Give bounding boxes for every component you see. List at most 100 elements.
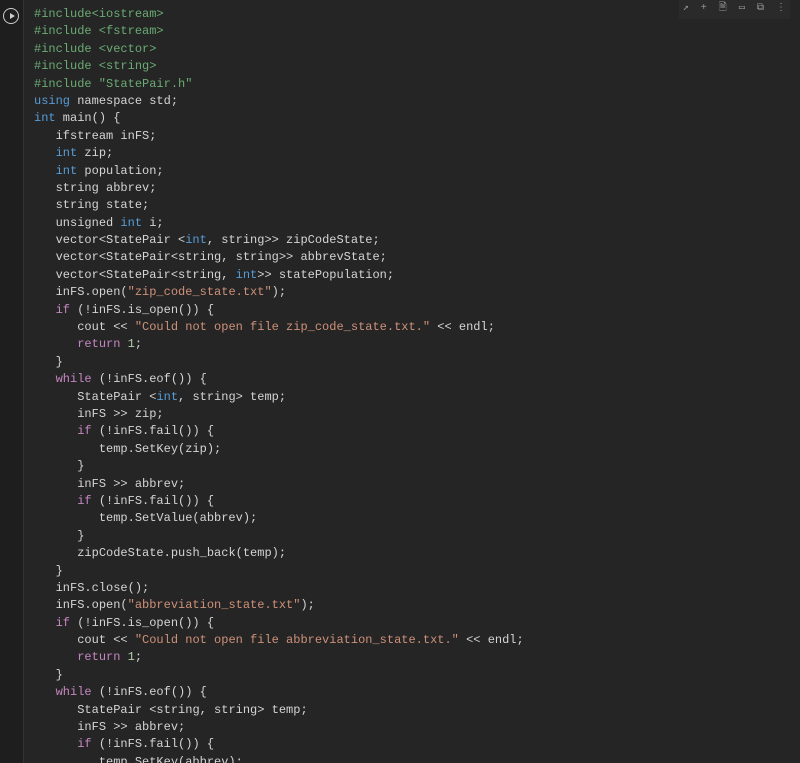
code-line[interactable]: string abbrev; [34, 180, 790, 197]
token-id: temp.SetKey(abbrev); [99, 755, 243, 763]
code-line[interactable]: inFS.close(); [34, 580, 790, 597]
token-kw: if [77, 424, 91, 438]
code-editor[interactable]: #include<iostream> #include <fstream> #inc… [24, 0, 800, 763]
code-line[interactable]: } [34, 354, 790, 371]
code-line[interactable]: if (!inFS.fail()) { [34, 736, 790, 753]
code-line[interactable]: temp.SetValue(abbrev); [34, 510, 790, 527]
token-id [120, 650, 127, 664]
token-num: 1 [128, 650, 135, 664]
token-id: << endl; [459, 633, 524, 647]
token-type: int [56, 164, 78, 178]
token-str: "abbreviation_state.txt" [128, 598, 301, 612]
code-line[interactable]: } [34, 667, 790, 684]
code-line[interactable]: StatePair <int, string> temp; [34, 389, 790, 406]
token-id: } [77, 459, 84, 473]
token-id: } [56, 355, 63, 369]
token-id: inFS.close(); [56, 581, 150, 595]
code-line[interactable]: int zip; [34, 145, 790, 162]
code-line[interactable]: } [34, 458, 790, 475]
code-line[interactable]: vector<StatePair <int, string>> zipCodeS… [34, 232, 790, 249]
token-kw: while [56, 685, 92, 699]
token-type: int [120, 216, 142, 230]
tool-icon[interactable]: + [701, 2, 707, 17]
code-line[interactable]: inFS.open("abbreviation_state.txt"); [34, 597, 790, 614]
code-line[interactable]: } [34, 528, 790, 545]
token-id: population; [77, 164, 163, 178]
token-pp: #include <vector> [34, 42, 156, 56]
token-id: } [56, 564, 63, 578]
editor-toolbar: ↗ + 🗎 ▭ ⧉ ⋮ [679, 0, 790, 19]
code-line[interactable]: if (!inFS.is_open()) { [34, 615, 790, 632]
code-line[interactable]: int population; [34, 163, 790, 180]
code-line[interactable]: return 1; [34, 649, 790, 666]
token-id: } [77, 529, 84, 543]
token-id: zip; [77, 146, 113, 160]
token-id: inFS >> abbrev; [77, 720, 185, 734]
code-line[interactable]: inFS >> zip; [34, 406, 790, 423]
code-line[interactable]: unsigned int i; [34, 215, 790, 232]
token-id: << endl; [430, 320, 495, 334]
tool-icon[interactable]: ▭ [739, 2, 745, 17]
token-id: inFS.open( [56, 285, 128, 299]
token-id: namespace std; [70, 94, 178, 108]
editor-gutter [0, 0, 24, 763]
code-line[interactable]: #include <vector> [34, 41, 790, 58]
code-line[interactable]: } [34, 563, 790, 580]
token-str: "Could not open file zip_code_state.txt.… [135, 320, 430, 334]
code-line[interactable]: vector<StatePair<string, int>> statePopu… [34, 267, 790, 284]
code-line[interactable]: #include<iostream> [34, 6, 790, 23]
code-line[interactable]: temp.SetKey(abbrev); [34, 754, 790, 763]
token-pp: #include<iostream> [34, 7, 164, 21]
token-pp: #include <fstream> [34, 24, 164, 38]
token-id: main() { [56, 111, 121, 125]
code-line[interactable]: #include <fstream> [34, 23, 790, 40]
code-line[interactable]: vector<StatePair<string, string>> abbrev… [34, 249, 790, 266]
code-line[interactable]: while (!inFS.eof()) { [34, 684, 790, 701]
token-type: int [185, 233, 207, 247]
token-num: 1 [128, 337, 135, 351]
token-id: ); [272, 285, 286, 299]
tool-icon[interactable]: ⋮ [776, 2, 786, 17]
token-type: int [34, 111, 56, 125]
code-line[interactable]: #include "StatePair.h" [34, 76, 790, 93]
code-line[interactable]: ifstream inFS; [34, 128, 790, 145]
token-id: vector<StatePair<string, string>> abbrev… [56, 250, 387, 264]
token-id: StatePair < [77, 390, 156, 404]
code-line[interactable]: if (!inFS.fail()) { [34, 423, 790, 440]
token-id: inFS >> zip; [77, 407, 163, 421]
code-line[interactable]: return 1; [34, 336, 790, 353]
code-line[interactable]: inFS >> abbrev; [34, 719, 790, 736]
code-line[interactable]: cout << "Could not open file abbreviatio… [34, 632, 790, 649]
code-line[interactable]: if (!inFS.fail()) { [34, 493, 790, 510]
code-line[interactable]: cout << "Could not open file zip_code_st… [34, 319, 790, 336]
code-line[interactable]: #include <string> [34, 58, 790, 75]
token-id: i; [142, 216, 164, 230]
run-button[interactable] [3, 8, 19, 24]
code-line[interactable]: string state; [34, 197, 790, 214]
token-kw: return [77, 650, 120, 664]
token-id: StatePair <string, string> temp; [77, 703, 307, 717]
code-line[interactable]: zipCodeState.push_back(temp); [34, 545, 790, 562]
token-id: (!inFS.eof()) { [92, 685, 207, 699]
token-id: , string>> zipCodeState; [207, 233, 380, 247]
tool-icon[interactable]: ⧉ [757, 2, 764, 17]
token-pp: #include <string> [34, 59, 156, 73]
token-id: string state; [56, 198, 150, 212]
code-line[interactable]: using namespace std; [34, 93, 790, 110]
code-line[interactable]: while (!inFS.eof()) { [34, 371, 790, 388]
code-line[interactable]: if (!inFS.is_open()) { [34, 302, 790, 319]
token-type: int [156, 390, 178, 404]
token-kw: if [77, 494, 91, 508]
token-id: zipCodeState.push_back(temp); [77, 546, 286, 560]
token-id: inFS.open( [56, 598, 128, 612]
token-id: temp.SetKey(zip); [99, 442, 221, 456]
code-line[interactable]: inFS.open("zip_code_state.txt"); [34, 284, 790, 301]
tool-icon[interactable]: 🗎 [719, 2, 727, 17]
code-line[interactable]: inFS >> abbrev; [34, 476, 790, 493]
code-line[interactable]: StatePair <string, string> temp; [34, 702, 790, 719]
tool-icon[interactable]: ↗ [683, 2, 689, 17]
code-line[interactable]: int main() { [34, 110, 790, 127]
token-kw: if [56, 616, 70, 630]
token-id: vector<StatePair < [56, 233, 186, 247]
code-line[interactable]: temp.SetKey(zip); [34, 441, 790, 458]
